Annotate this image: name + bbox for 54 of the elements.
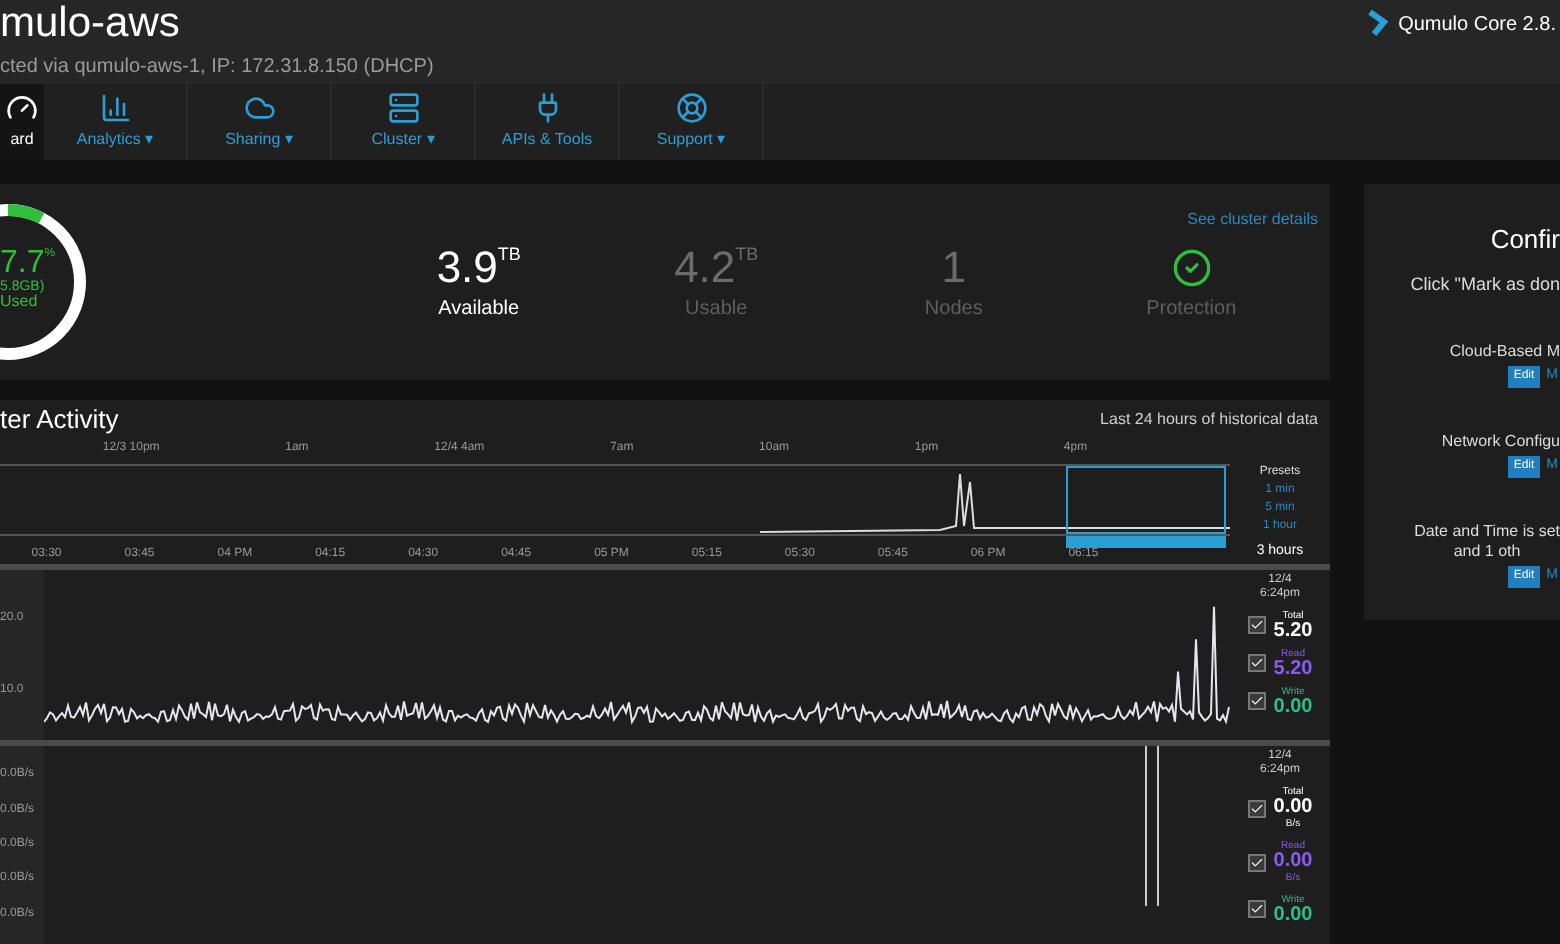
series-checkbox[interactable] bbox=[1247, 899, 1266, 917]
nav-tab[interactable]: Support ▾ bbox=[620, 84, 764, 160]
nav-icon bbox=[99, 92, 131, 124]
check-icon bbox=[1249, 655, 1264, 669]
series-value: 0.00 bbox=[1273, 800, 1313, 816]
stat-value: 1 bbox=[941, 241, 966, 293]
activity-title: ter Activity bbox=[0, 402, 119, 439]
connection-info: cted via qumulo-aws-1, IP: 172.31.8.150 (DHCP) bbox=[0, 54, 434, 82]
cluster-title: mulo-aws bbox=[0, 0, 182, 48]
check-icon bbox=[1249, 901, 1264, 915]
logo-icon bbox=[1368, 10, 1391, 36]
nav-icon bbox=[387, 92, 419, 124]
product-version: Qumulo Core 2.8. bbox=[1398, 12, 1556, 40]
nav-tab[interactable]: APIs & Tools bbox=[476, 84, 620, 160]
cluster-details-link[interactable]: See cluster details bbox=[1187, 208, 1318, 232]
series-checkbox[interactable] bbox=[1247, 653, 1266, 671]
stat-unit: TB bbox=[735, 241, 759, 267]
range-selector[interactable] bbox=[1066, 466, 1226, 534]
stat-label: Usable bbox=[685, 295, 748, 323]
checklist-item: Cloud-Based M bbox=[1449, 342, 1560, 362]
check-icon bbox=[1249, 617, 1264, 631]
stat-unit: TB bbox=[497, 241, 521, 267]
range-caption: Last 24 hours of historical data bbox=[1100, 408, 1318, 432]
check-icon bbox=[1249, 693, 1264, 707]
nav-icon bbox=[6, 92, 38, 124]
series-checkbox[interactable] bbox=[1247, 691, 1266, 709]
nav-tab[interactable]: Cluster ▾ bbox=[332, 84, 476, 160]
nav-tab[interactable]: Sharing ▾ bbox=[188, 84, 332, 160]
series-checkbox[interactable] bbox=[1247, 799, 1266, 817]
stat-label: Available bbox=[438, 295, 520, 323]
series-value: 0.00 bbox=[1273, 700, 1313, 716]
checklist-item: Date and Time is set and 1 oth bbox=[1414, 522, 1560, 562]
stat-value: 4.2 bbox=[674, 241, 736, 293]
stat-label: Nodes bbox=[924, 295, 983, 323]
check-icon bbox=[1171, 247, 1212, 287]
series-value: 0.00 bbox=[1273, 908, 1313, 924]
nav-icon bbox=[675, 92, 707, 124]
series-value: 5.20 bbox=[1273, 662, 1313, 678]
series-checkbox[interactable] bbox=[1247, 615, 1266, 633]
stat-label: Protection bbox=[1146, 295, 1237, 323]
series-checkbox[interactable] bbox=[1247, 853, 1266, 871]
checklist-title: Confir bbox=[1490, 222, 1560, 258]
nav-tab[interactable]: ard bbox=[0, 84, 44, 160]
check-icon bbox=[1249, 855, 1264, 869]
series-value: 5.20 bbox=[1273, 624, 1313, 640]
series-value: 0.00 bbox=[1273, 854, 1313, 870]
nav-icon bbox=[243, 92, 275, 124]
nav-tab[interactable]: Analytics ▾ bbox=[44, 84, 188, 160]
used-label: Used bbox=[0, 294, 38, 310]
check-icon bbox=[1249, 801, 1264, 815]
used-percent: 7.7 bbox=[0, 248, 45, 280]
stat-value: 3.9 bbox=[436, 241, 498, 293]
checklist-item: Network Configu bbox=[1441, 432, 1560, 452]
checklist-intro: Click "Mark as don bbox=[1410, 271, 1560, 297]
